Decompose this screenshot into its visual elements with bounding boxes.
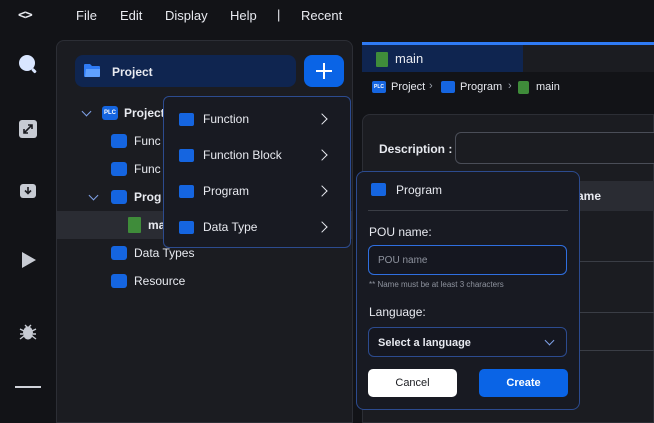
expand-icon[interactable] bbox=[17, 118, 39, 140]
menu-help[interactable]: Help bbox=[230, 8, 257, 23]
chevron-right-icon: › bbox=[429, 80, 433, 92]
plc-icon: PLC bbox=[102, 106, 118, 120]
play-icon[interactable] bbox=[17, 249, 39, 271]
add-menu-label: Program bbox=[203, 184, 250, 198]
function-block-icon bbox=[111, 162, 127, 176]
chevron-right-icon bbox=[316, 113, 328, 125]
file-icon bbox=[518, 81, 529, 94]
pou-dialog: Program POU name: ** Name must be at lea… bbox=[356, 171, 580, 410]
menu-separator: | bbox=[277, 7, 281, 22]
tab-main[interactable]: main bbox=[362, 42, 523, 72]
pou-dialog-title: Program bbox=[396, 183, 443, 197]
pou-name-hint: ** Name must be at least 3 characters bbox=[369, 280, 504, 289]
menu-edit[interactable]: Edit bbox=[120, 8, 142, 23]
tree-item-label: Data Types bbox=[134, 246, 195, 260]
add-menu-program[interactable]: Program bbox=[164, 173, 350, 209]
project-button-label: Project bbox=[112, 65, 153, 79]
add-menu-data-type[interactable]: Data Type bbox=[164, 209, 350, 245]
add-menu-function[interactable]: Function bbox=[164, 101, 350, 137]
app-logo[interactable]: <> bbox=[18, 8, 38, 24]
add-menu-function-block[interactable]: Function Block bbox=[164, 137, 350, 173]
chevron-down-icon bbox=[544, 335, 555, 346]
plc-icon: PLC bbox=[372, 81, 386, 93]
breadcrumb-program[interactable]: Program bbox=[460, 81, 502, 93]
folder-icon bbox=[84, 64, 100, 77]
tree-item-label: Project bbox=[124, 106, 165, 120]
data-type-icon bbox=[111, 246, 127, 260]
tree-item-resource[interactable]: Resource bbox=[57, 267, 352, 295]
pou-name-input[interactable] bbox=[368, 245, 567, 275]
description-input[interactable] bbox=[455, 132, 654, 164]
add-menu-label: Function Block bbox=[203, 148, 282, 162]
table-header: ame bbox=[573, 181, 654, 211]
language-select[interactable]: Select a language bbox=[368, 327, 567, 357]
rail-divider bbox=[15, 386, 41, 388]
cancel-button[interactable]: Cancel bbox=[368, 369, 457, 397]
menu-bar: <> File Edit Display Help | Recent bbox=[0, 0, 654, 32]
table-row-divider bbox=[573, 261, 654, 262]
function-icon bbox=[111, 134, 127, 148]
add-menu-label: Data Type bbox=[203, 220, 258, 234]
add-menu-label: Function bbox=[203, 112, 250, 126]
program-icon bbox=[111, 190, 127, 204]
activity-rail bbox=[0, 32, 56, 423]
file-icon bbox=[128, 217, 141, 233]
download-icon[interactable] bbox=[17, 180, 39, 202]
search-icon[interactable] bbox=[17, 53, 39, 75]
menu-recent[interactable]: Recent bbox=[301, 8, 342, 23]
table-header-name: ame bbox=[577, 189, 602, 203]
table-row-divider bbox=[573, 312, 654, 313]
language-select-value: Select a language bbox=[378, 337, 471, 349]
tree-item-label: Func bbox=[134, 162, 161, 176]
divider bbox=[368, 210, 568, 211]
project-button[interactable]: Project bbox=[75, 55, 296, 87]
tree-item-label: Func bbox=[134, 134, 161, 148]
chevron-right-icon bbox=[316, 149, 328, 161]
resource-icon bbox=[111, 274, 127, 288]
tree-item-label: Prog bbox=[134, 190, 162, 204]
create-button[interactable]: Create bbox=[479, 369, 568, 397]
tab-bar-filler bbox=[523, 42, 654, 72]
language-label: Language: bbox=[369, 305, 426, 319]
program-icon bbox=[441, 81, 455, 93]
chevron-down-icon[interactable] bbox=[81, 106, 92, 117]
table-row-divider bbox=[573, 350, 654, 351]
program-icon bbox=[179, 185, 194, 198]
chevron-right-icon: › bbox=[508, 80, 512, 92]
breadcrumb-project[interactable]: Project bbox=[391, 81, 425, 93]
file-icon bbox=[376, 52, 388, 67]
tree-item-label: Resource bbox=[134, 274, 186, 288]
bug-icon[interactable] bbox=[17, 321, 39, 343]
tab-label: main bbox=[395, 51, 424, 66]
menu-display[interactable]: Display bbox=[165, 8, 208, 23]
function-icon bbox=[179, 113, 194, 126]
breadcrumb-main[interactable]: main bbox=[536, 81, 560, 93]
program-icon bbox=[371, 183, 386, 196]
chevron-right-icon bbox=[316, 221, 328, 233]
data-type-icon bbox=[179, 221, 194, 234]
description-label: Description : bbox=[379, 142, 453, 156]
function-block-icon bbox=[179, 149, 194, 162]
add-button[interactable] bbox=[304, 55, 344, 87]
chevron-right-icon bbox=[316, 185, 328, 197]
chevron-down-icon[interactable] bbox=[88, 190, 99, 201]
menu-file[interactable]: File bbox=[76, 8, 97, 23]
pou-name-label: POU name: bbox=[369, 225, 432, 239]
add-menu: Function Function Block Program Data Typ… bbox=[163, 96, 351, 248]
